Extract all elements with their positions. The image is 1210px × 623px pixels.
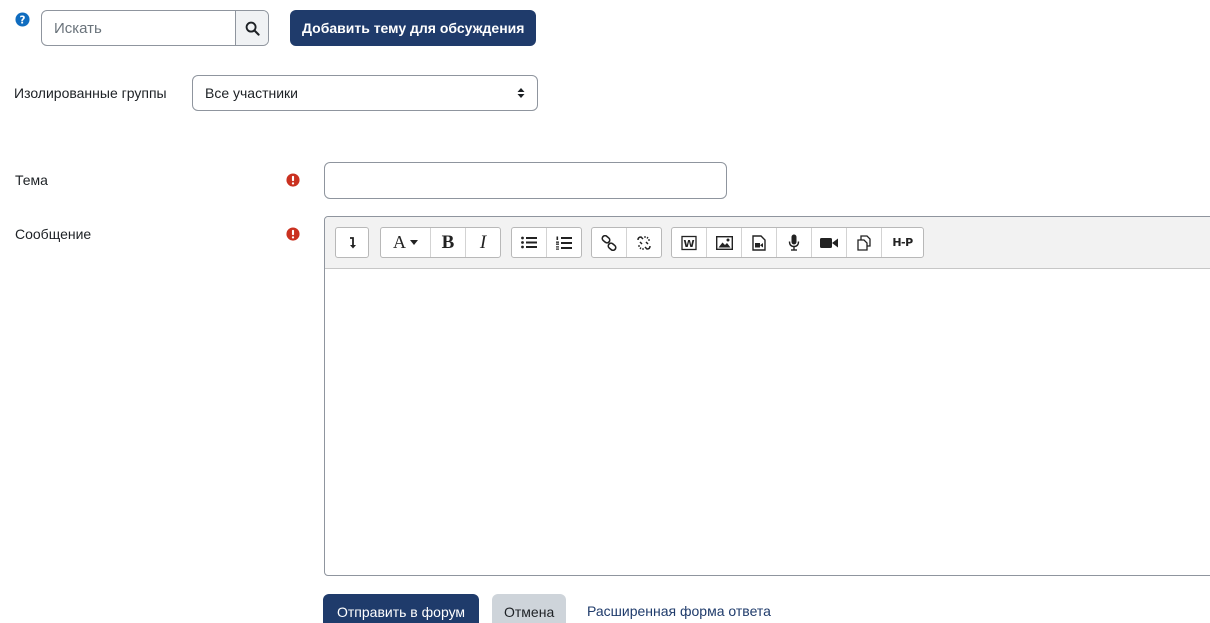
font-style-icon: A bbox=[393, 232, 406, 252]
select-arrows-icon bbox=[517, 88, 525, 98]
record-audio-button[interactable] bbox=[777, 228, 812, 257]
unordered-list-icon bbox=[521, 236, 537, 249]
unordered-list-button[interactable] bbox=[512, 228, 547, 257]
groups-label: Изолированные группы bbox=[14, 85, 167, 101]
submit-button[interactable]: Отправить в форум bbox=[323, 594, 480, 623]
manage-files-icon bbox=[857, 234, 871, 251]
media-button[interactable] bbox=[742, 228, 777, 257]
ordered-list-button[interactable] bbox=[547, 228, 581, 257]
unlink-icon bbox=[637, 235, 651, 250]
message-label: Сообщение bbox=[15, 226, 92, 242]
show-more-button[interactable] bbox=[336, 228, 368, 257]
search-input[interactable] bbox=[42, 11, 235, 45]
word-import-icon: W bbox=[681, 235, 697, 250]
subject-input[interactable] bbox=[324, 162, 727, 199]
editor-toolbar: A B I W H-P bbox=[325, 217, 1210, 269]
unlink-button[interactable] bbox=[627, 228, 661, 257]
toolbar-group-more bbox=[335, 227, 369, 258]
groups-select[interactable]: Все участники bbox=[192, 75, 538, 111]
required-icon bbox=[286, 227, 300, 241]
bold-button[interactable]: B bbox=[431, 228, 466, 257]
image-button[interactable] bbox=[707, 228, 742, 257]
search-box bbox=[41, 10, 269, 46]
search-icon bbox=[245, 21, 260, 36]
toolbar-group-lists bbox=[511, 227, 582, 258]
subject-label: Тема bbox=[15, 172, 48, 188]
groups-selected-value: Все участники bbox=[205, 85, 299, 101]
chevron-down-icon bbox=[410, 240, 418, 245]
search-button[interactable] bbox=[235, 11, 268, 45]
h5p-icon: H-P bbox=[892, 236, 913, 249]
h5p-button[interactable]: H-P bbox=[882, 228, 923, 257]
link-button[interactable] bbox=[592, 228, 627, 257]
cancel-button[interactable]: Отмена bbox=[492, 594, 567, 623]
record-video-button[interactable] bbox=[812, 228, 847, 257]
message-editor: A B I W H-P bbox=[324, 216, 1210, 576]
toolbar-group-text: A B I bbox=[380, 227, 501, 258]
toolbar-group-links bbox=[591, 227, 662, 258]
media-icon bbox=[752, 234, 766, 251]
advanced-form-link[interactable]: Расширенная форма ответа bbox=[587, 603, 771, 619]
show-more-icon bbox=[350, 236, 356, 248]
italic-button[interactable]: I bbox=[466, 228, 500, 257]
image-icon bbox=[715, 235, 733, 250]
font-style-button[interactable]: A bbox=[381, 228, 431, 257]
svg-text:?: ? bbox=[20, 14, 26, 26]
record-video-icon bbox=[820, 237, 838, 248]
italic-icon: I bbox=[479, 231, 487, 253]
forum-page: ? Добавить тему для обсуждения Изолирова… bbox=[0, 0, 1210, 623]
add-discussion-button[interactable]: Добавить тему для обсуждения bbox=[290, 10, 537, 46]
link-icon bbox=[601, 234, 617, 251]
manage-files-button[interactable] bbox=[847, 228, 882, 257]
help-icon[interactable]: ? bbox=[15, 12, 30, 27]
message-textarea[interactable] bbox=[325, 269, 1210, 575]
ordered-list-icon bbox=[556, 236, 572, 250]
required-icon bbox=[286, 173, 300, 187]
word-import-button[interactable]: W bbox=[672, 228, 707, 257]
svg-text:W: W bbox=[683, 239, 694, 250]
record-audio-icon bbox=[788, 234, 800, 251]
bold-icon: B bbox=[441, 231, 455, 253]
toolbar-group-media: W H-P bbox=[671, 227, 924, 258]
